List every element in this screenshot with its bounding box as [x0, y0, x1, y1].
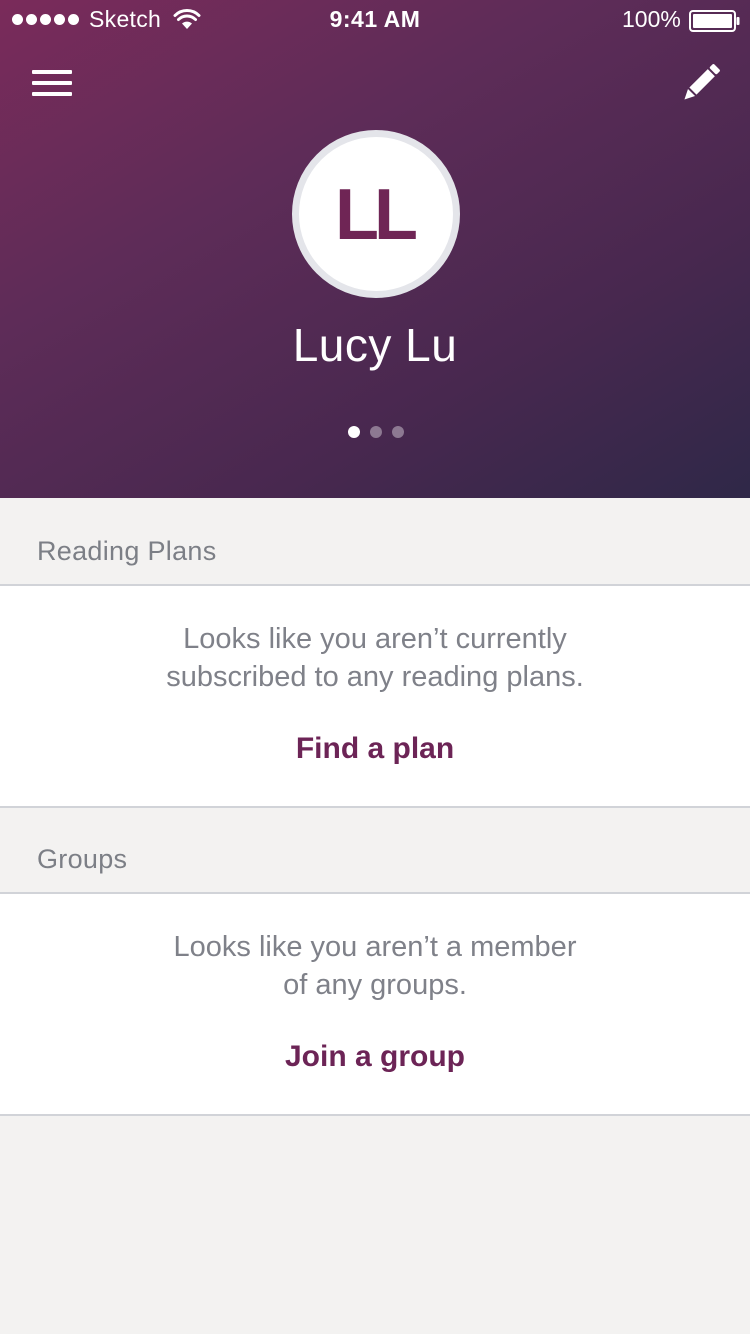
section-title: Reading Plans	[37, 536, 217, 566]
page-indicator[interactable]	[348, 426, 404, 438]
reading-plans-section-header: Reading Plans	[0, 498, 750, 586]
hamburger-menu-icon[interactable]	[32, 70, 72, 100]
avatar[interactable]: LL	[292, 130, 460, 298]
battery-icon	[689, 10, 740, 32]
empty-state-line-2: subscribed to any reading plans.	[166, 661, 584, 693]
find-plan-link[interactable]: Find a plan	[0, 732, 750, 766]
reading-plans-section: Looks like you aren’t currently subscrib…	[0, 586, 750, 808]
battery-percentage: 100%	[622, 6, 681, 32]
page-dot-3[interactable]	[392, 426, 404, 438]
empty-state-line-1: Looks like you aren’t currently	[183, 623, 567, 655]
avatar-initials: LL	[335, 175, 418, 255]
pencil-icon[interactable]	[678, 62, 722, 106]
empty-state-line-1: Looks like you aren’t a member	[173, 931, 577, 963]
groups-section: Looks like you aren’t a member of any gr…	[0, 894, 750, 1116]
page-dot-2[interactable]	[370, 426, 382, 438]
status-bar: Sketch 9:41 AM 100%	[0, 0, 750, 40]
groups-section-header: Groups	[0, 806, 750, 894]
join-group-link[interactable]: Join a group	[0, 1040, 750, 1074]
user-name: Lucy Lu	[292, 319, 458, 371]
empty-state-line-2: of any groups.	[283, 969, 467, 1001]
section-title: Groups	[37, 844, 128, 874]
profile-screen: Sketch 9:41 AM 100% LL Lucy Lu Reading P…	[0, 0, 750, 1334]
profile-header: Sketch 9:41 AM 100% LL Lucy Lu	[0, 0, 750, 498]
page-dot-1[interactable]	[348, 426, 360, 438]
